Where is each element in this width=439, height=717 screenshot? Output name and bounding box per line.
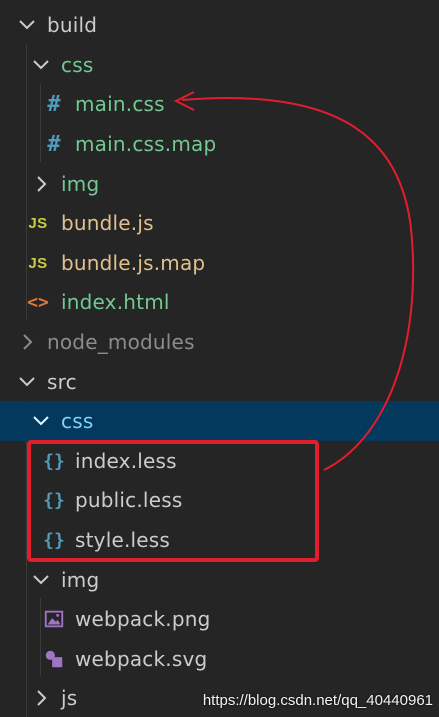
file-row-style-less[interactable]: {} style.less [0, 520, 439, 560]
less-braces-icon: {} [43, 489, 65, 511]
folder-row-src-img[interactable]: img [0, 560, 439, 600]
html-file-icon: <> [27, 291, 49, 313]
file-row-main-css[interactable]: # main.css [0, 84, 439, 124]
file-label: bundle.js [61, 211, 154, 235]
folder-row-src-css[interactable]: css [0, 401, 439, 441]
file-row-webpack-png[interactable]: webpack.png [0, 599, 439, 639]
css-hash-icon: # [47, 91, 61, 117]
less-braces-icon: {} [43, 529, 65, 551]
folder-row-build-img[interactable]: img [0, 164, 439, 204]
watermark-url: https://blog.csdn.net/qq_40440961 [202, 692, 433, 709]
js-file-icon: JS [28, 254, 48, 272]
folder-label: css [61, 53, 94, 77]
file-label: main.css [75, 92, 165, 116]
css-hash-icon: # [47, 131, 61, 157]
file-label: bundle.js.map [61, 251, 206, 275]
file-label: public.less [75, 488, 183, 512]
folder-label: src [47, 370, 77, 394]
file-label: index.less [75, 449, 177, 473]
file-row-main-css-map[interactable]: # main.css.map [0, 124, 439, 164]
file-label: webpack.png [75, 607, 211, 631]
file-row-index-less[interactable]: {} index.less [0, 441, 439, 481]
chevron-down-icon [27, 566, 55, 594]
js-file-icon: JS [28, 214, 48, 232]
file-label: webpack.svg [75, 647, 208, 671]
folder-row-node-modules[interactable]: node_modules [0, 322, 439, 362]
folder-label: node_modules [47, 330, 195, 354]
chevron-down-icon [13, 368, 41, 396]
file-label: main.css.map [75, 132, 217, 156]
chevron-down-icon [27, 51, 55, 79]
file-row-bundle-js[interactable]: JS bundle.js [0, 203, 439, 243]
less-braces-icon: {} [43, 450, 65, 472]
svg-file-icon [41, 646, 67, 672]
folder-label: js [61, 686, 78, 710]
folder-label: css [61, 409, 94, 433]
folder-row-src[interactable]: src [0, 362, 439, 402]
file-label: style.less [75, 528, 171, 552]
file-row-public-less[interactable]: {} public.less [0, 480, 439, 520]
folder-label: build [47, 13, 98, 37]
folder-label: img [61, 568, 100, 592]
image-file-icon [41, 606, 67, 632]
file-label: index.html [61, 290, 170, 314]
chevron-right-icon [13, 328, 41, 356]
file-row-webpack-svg[interactable]: webpack.svg [0, 639, 439, 679]
chevron-right-icon [27, 684, 55, 712]
chevron-right-icon [27, 170, 55, 198]
folder-row-build-css[interactable]: css [0, 45, 439, 85]
file-row-bundle-js-map[interactable]: JS bundle.js.map [0, 243, 439, 283]
file-row-index-html[interactable]: <> index.html [0, 282, 439, 322]
chevron-down-icon [27, 407, 55, 435]
folder-row-build[interactable]: build [0, 5, 439, 45]
folder-label: img [61, 172, 100, 196]
chevron-down-icon [13, 11, 41, 39]
